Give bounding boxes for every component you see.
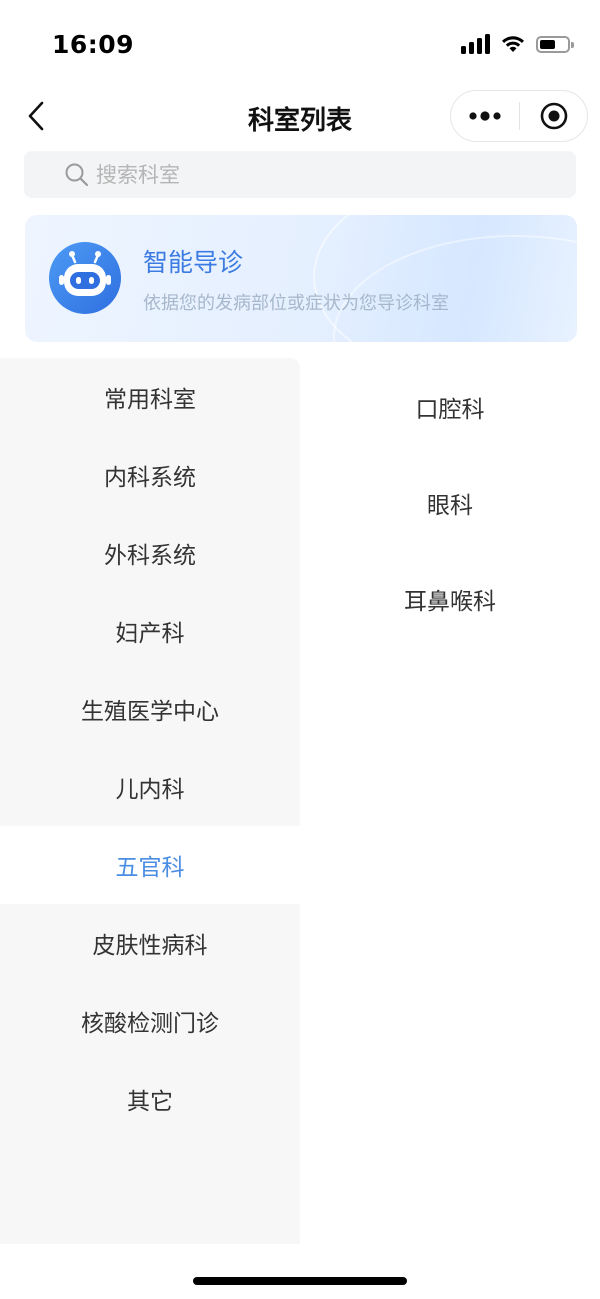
category-item[interactable]: 妇产科 (0, 592, 300, 670)
nav-bar: 科室列表 (0, 88, 600, 144)
robot-icon (49, 242, 121, 314)
category-item[interactable]: 核酸检测门诊 (0, 982, 300, 1060)
status-icons (461, 34, 574, 54)
search-box[interactable] (24, 151, 576, 198)
category-item[interactable]: 生殖医学中心 (0, 670, 300, 748)
search-input[interactable] (94, 161, 538, 188)
category-item[interactable]: 儿内科 (0, 748, 300, 826)
guide-subtitle: 依据您的发病部位或症状为您导诊科室 (143, 293, 449, 314)
target-close-icon (540, 102, 567, 130)
status-time: 16:09 (52, 30, 135, 59)
category-item[interactable]: 皮肤性病科 (0, 904, 300, 982)
category-item[interactable]: 常用科室 (0, 358, 300, 436)
home-indicator[interactable] (193, 1277, 407, 1285)
guide-title: 智能导诊 (143, 248, 244, 277)
mini-program-capsule (450, 90, 588, 142)
category-item-active[interactable]: 五官科 (0, 826, 300, 904)
department-item[interactable]: 眼科 (300, 473, 600, 533)
search-icon (65, 163, 89, 187)
status-bar: 16:09 (0, 0, 600, 90)
more-button[interactable] (451, 91, 519, 141)
more-dots-icon (469, 111, 501, 121)
signal-icon (461, 34, 490, 54)
department-item[interactable]: 口腔科 (300, 377, 600, 437)
department-item[interactable]: 耳鼻喉科 (300, 569, 600, 629)
wifi-icon (502, 36, 524, 52)
category-item[interactable]: 外科系统 (0, 514, 300, 592)
smart-guide-banner[interactable]: 智能导诊 依据您的发病部位或症状为您导诊科室 (25, 215, 577, 342)
category-item[interactable]: 其它 (0, 1060, 300, 1138)
battery-icon (536, 35, 574, 53)
close-mini-program-button[interactable] (520, 91, 587, 141)
category-item[interactable]: 内科系统 (0, 436, 300, 514)
